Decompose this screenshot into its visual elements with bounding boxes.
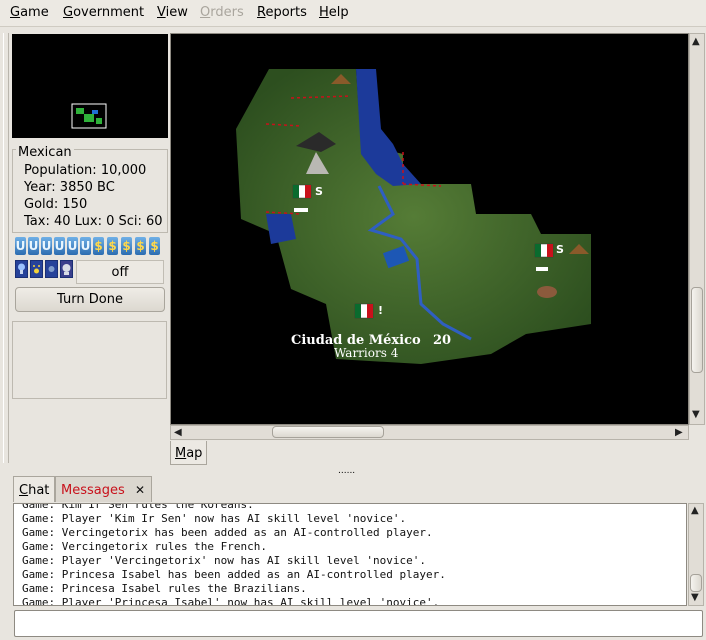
science-bulb-icon[interactable]: U	[28, 237, 39, 255]
menu-help-label: elp	[328, 5, 349, 20]
tab-map-mnemonic: M	[175, 446, 187, 461]
tab-map-label: ap	[186, 446, 203, 461]
tax-gold-icon[interactable]: $	[93, 237, 104, 255]
log-line: Game: Player 'Kim Ir Sen' now has AI ski…	[22, 512, 407, 525]
menu-game[interactable]: Game	[10, 5, 49, 20]
log-line: Game: Player 'Princesa Isabel' now has A…	[22, 596, 440, 606]
menu-orders: Orders	[200, 5, 244, 20]
pane-resize-grip[interactable]: ......	[338, 466, 355, 476]
scroll-down-icon[interactable]: ▼	[691, 593, 699, 603]
minimap-land	[84, 114, 94, 122]
tab-messages-label: Messages	[61, 483, 125, 498]
research-bulb-icon-svg	[18, 263, 25, 274]
tab-chat[interactable]: Chat	[13, 476, 55, 502]
coast-water	[266, 214, 296, 244]
tax-gold-icon[interactable]: $	[149, 237, 160, 255]
map-svg: S ! S Ciudad de México 20 Warriors 4	[236, 69, 591, 364]
scroll-up-icon[interactable]: ▲	[692, 37, 700, 47]
year-label: Year: 3850 BC	[24, 180, 115, 195]
map-canvas[interactable]: S ! S Ciudad de México 20 Warriors 4	[170, 33, 689, 425]
chat-log[interactable]: Game: Kim Ir Sen rules the Koreans. Game…	[13, 503, 687, 606]
scroll-right-icon[interactable]: ▶	[675, 428, 683, 438]
minimap-land	[96, 118, 102, 124]
research-bulb-icon	[15, 260, 28, 278]
unit-warriors[interactable]: !	[354, 303, 383, 319]
status-indicators	[15, 260, 77, 278]
menu-bar: Game Government View Orders Reports Help	[0, 0, 706, 27]
city-production-label: Warriors 4	[334, 346, 399, 360]
gold-label: Gold: 150	[24, 197, 88, 212]
map-horizontal-scroll-thumb[interactable]	[272, 426, 384, 438]
menu-help[interactable]: Help	[319, 5, 349, 20]
science-bulb-icon[interactable]: U	[41, 237, 52, 255]
menu-reports[interactable]: Reports	[257, 5, 307, 20]
tab-chat-mnemonic: C	[19, 483, 29, 498]
menu-view-mnemonic: V	[157, 5, 166, 20]
unit-info-box	[12, 321, 167, 399]
unit-badge: S	[556, 243, 564, 256]
nation-label: Mexican	[16, 145, 74, 160]
horse-icon	[537, 286, 557, 298]
tax-rates-bar[interactable]: U U U U U U $ $ $ $ $	[15, 237, 165, 255]
tab-chat-label: hat	[28, 483, 50, 498]
turn-done-button[interactable]: Turn Done	[15, 287, 165, 312]
log-line: Game: Princesa Isabel rules the Brazilia…	[22, 582, 307, 595]
unit-badge: !	[378, 304, 383, 317]
nuclear-winter-icon	[45, 260, 58, 278]
menu-orders-mnemonic: O	[200, 5, 211, 20]
menu-government[interactable]: Government	[63, 5, 144, 20]
map-vertical-scroll-thumb[interactable]	[691, 287, 703, 373]
minimap-water	[92, 110, 98, 114]
log-line: Game: Vercingetorix has been added as an…	[22, 526, 433, 539]
tax-gold-icon[interactable]: $	[107, 237, 118, 255]
menu-reports-label: eports	[265, 5, 307, 20]
science-bulb-icon[interactable]: U	[80, 237, 91, 255]
unit-badge: S	[315, 185, 323, 198]
minimap-svg	[71, 103, 107, 129]
rates-label: Tax: 40 Lux: 0 Sci: 60	[24, 214, 163, 229]
nuclear-winter-icon-svg	[48, 266, 55, 272]
log-line: Game: Princesa Isabel has been added as …	[22, 568, 446, 581]
menu-government-label: overnment	[73, 5, 145, 20]
menu-government-mnemonic: G	[63, 5, 74, 20]
chat-input[interactable]	[14, 610, 703, 637]
tax-gold-icon[interactable]: $	[135, 237, 146, 255]
menu-game-label: ame	[20, 5, 49, 20]
scroll-left-icon[interactable]: ◀	[174, 428, 182, 438]
menu-game-mnemonic: G	[10, 5, 21, 20]
close-icon[interactable]: ✕	[135, 483, 145, 497]
scroll-up-icon[interactable]: ▲	[691, 506, 699, 516]
map-horizontal-scrollbar[interactable]	[170, 425, 689, 440]
log-line: Game: Vercingetorix rules the French.	[22, 540, 268, 553]
science-bulb-icon[interactable]: U	[54, 237, 65, 255]
scroll-down-icon[interactable]: ▼	[692, 410, 700, 420]
overview-minimap[interactable]	[12, 34, 168, 138]
minimap-land	[76, 108, 84, 114]
city-size-label: 20	[433, 333, 451, 348]
global-warming-icon-svg	[33, 265, 40, 274]
global-warming-icon	[30, 260, 43, 278]
log-line: Game: Kim Ir Sen rules the Koreans.	[22, 503, 254, 511]
population-label: Population: 10,000	[24, 163, 147, 178]
menu-view-label: iew	[165, 5, 188, 20]
menu-orders-label: rders	[210, 5, 244, 20]
menu-help-mnemonic: H	[319, 5, 329, 20]
log-line: Game: Player 'Vercingetorix' now has AI …	[22, 554, 426, 567]
log-scroll-thumb[interactable]	[690, 574, 702, 592]
left-pane-grip[interactable]	[3, 33, 9, 463]
menu-view[interactable]: View	[157, 5, 188, 20]
science-bulb-icon[interactable]: U	[67, 237, 78, 255]
tab-map[interactable]: Map	[170, 441, 207, 465]
government-icon-svg	[62, 264, 71, 275]
turn-timeout-label: off	[76, 260, 164, 284]
tax-gold-icon[interactable]: $	[121, 237, 132, 255]
science-bulb-icon[interactable]: U	[15, 237, 26, 255]
government-icon	[60, 260, 73, 278]
